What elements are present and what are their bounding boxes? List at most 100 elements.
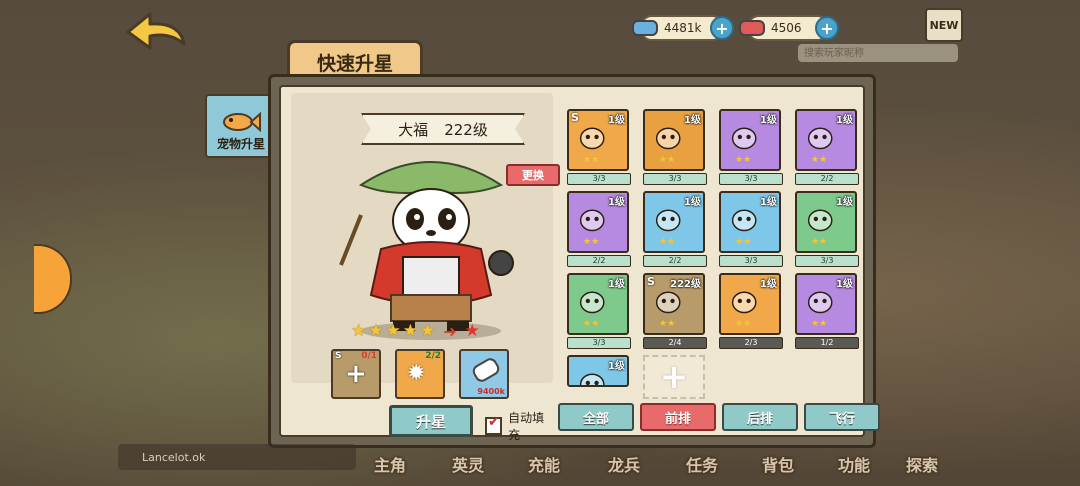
pet-card[interactable]: 1级 ★★ 2/2 bbox=[643, 191, 707, 267]
pet-card-progress: 3/3 bbox=[719, 255, 783, 267]
star-progress: ★ ★ ★ ★ ★ ➜ ★ bbox=[351, 321, 491, 341]
panel-inner: 大福 222级 更换 ★ ★ ★ ★ ★ ➜ ★ S 0/1 + 2/2 ✹ 9… bbox=[279, 85, 880, 442]
pet-card-progress: 3/3 bbox=[795, 255, 859, 267]
pet-card-progress: 3/3 bbox=[643, 173, 707, 185]
pet-card-portrait[interactable]: 1级 ★★ bbox=[719, 109, 781, 171]
bottom-nav-item[interactable]: 英灵 bbox=[452, 452, 484, 476]
star-icon: ★ bbox=[385, 321, 401, 341]
pet-card-progress: 1/2 bbox=[795, 337, 859, 349]
star-icon: ★ bbox=[368, 321, 384, 341]
star-rating-icon: ★★ bbox=[735, 319, 752, 329]
pet-preview-area: 大福 222级 更换 ★ ★ ★ ★ ★ ➜ ★ S 0/1 + 2/2 ✹ 9… bbox=[291, 93, 560, 442]
capsule-red-icon bbox=[739, 20, 765, 36]
search-input[interactable]: 搜索玩家昵称 bbox=[798, 44, 958, 62]
pet-card-portrait[interactable]: 222级 S ★★ bbox=[643, 273, 705, 335]
pet-card-progress: 3/3 bbox=[719, 173, 783, 185]
pet-card-portrait[interactable]: 1级 ★★ bbox=[719, 273, 781, 335]
new-badge[interactable]: NEW bbox=[925, 8, 963, 42]
plus-icon[interactable]: + bbox=[643, 355, 705, 399]
panda-pet-portrait bbox=[339, 161, 514, 340]
arrow-right-icon: ➜ bbox=[443, 321, 457, 341]
capsule-icon bbox=[470, 355, 502, 385]
quick-star-panel: 大福 222级 更换 ★ ★ ★ ★ ★ ➜ ★ S 0/1 + 2/2 ✹ 9… bbox=[268, 74, 880, 448]
pet-card-portrait[interactable]: 1级 bbox=[567, 355, 629, 387]
star-rating-icon: ★★ bbox=[811, 237, 828, 247]
pet-card-portrait[interactable]: 1级 ★★ bbox=[795, 191, 857, 253]
pet-card-portrait[interactable]: 1级 ★★ bbox=[643, 191, 705, 253]
bottom-nav-item[interactable]: 主角 bbox=[374, 452, 406, 476]
filter-button[interactable]: 前排 bbox=[640, 403, 716, 431]
filter-button[interactable]: 全部 bbox=[558, 403, 634, 431]
auto-fill-checkbox[interactable] bbox=[485, 414, 503, 435]
pet-card[interactable]: 1级 S ★★ 3/3 bbox=[567, 109, 631, 185]
pet-card-portrait[interactable]: 1级 ★★ bbox=[567, 191, 629, 253]
pet-card-progress: 2/2 bbox=[567, 255, 631, 267]
resource-gems-value: 4506 bbox=[771, 21, 802, 35]
pet-card[interactable]: 1级 bbox=[567, 355, 629, 387]
resource-gems: 4506 + bbox=[739, 15, 839, 41]
star-rating-icon: ★★ bbox=[735, 237, 752, 247]
bottom-nav-item[interactable]: 充能 bbox=[528, 452, 560, 476]
tab-pet-upgrade[interactable]: 宠物升星 bbox=[205, 94, 277, 158]
pet-card[interactable]: 1级 ★★ 3/3 bbox=[795, 191, 859, 267]
pet-card-progress: 2/2 bbox=[643, 255, 707, 267]
auto-fill-toggle[interactable]: 自动填充 bbox=[485, 409, 553, 443]
pet-name-banner: 大福 222级 bbox=[361, 113, 525, 145]
pet-card-progress: 2/4 bbox=[643, 337, 707, 349]
pet-card-portrait[interactable]: 1级 ★★ bbox=[719, 191, 781, 253]
pet-card[interactable]: 1级 ★★ 3/3 bbox=[567, 273, 631, 349]
pet-card-portrait[interactable]: 1级 ★★ bbox=[795, 109, 857, 171]
add-gems-button[interactable]: + bbox=[815, 16, 839, 40]
egg-icon: ✹ bbox=[407, 361, 426, 386]
fish-icon bbox=[223, 111, 261, 133]
pet-card-portrait[interactable]: 1级 ★★ bbox=[567, 273, 629, 335]
auto-fill-label: 自动填充 bbox=[508, 411, 545, 442]
bottom-nav-item[interactable]: 龙兵 bbox=[608, 452, 640, 476]
pet-card[interactable]: 1级 ★★ 2/3 bbox=[719, 273, 783, 349]
star-rating-icon: ★★ bbox=[735, 155, 752, 165]
material-slot-2[interactable]: 2/2 ✹ bbox=[395, 349, 445, 399]
plus-icon: + bbox=[345, 359, 367, 389]
pet-card[interactable]: 1级 ★★ 1/2 bbox=[795, 273, 859, 349]
pet-name: 大福 bbox=[398, 120, 429, 139]
star-rating-icon: ★★ bbox=[659, 319, 676, 329]
bottom-nav-item[interactable]: 功能 bbox=[838, 452, 870, 476]
star-rating-icon: ★★ bbox=[659, 155, 676, 165]
pet-level: 222级 bbox=[444, 120, 488, 139]
pet-card-portrait[interactable]: 1级 ★★ bbox=[795, 273, 857, 335]
pet-card[interactable]: 222级 S ★★ 2/4 bbox=[643, 273, 707, 349]
filter-button[interactable]: 飞行 bbox=[804, 403, 880, 431]
pet-card-progress: 3/3 bbox=[567, 337, 631, 349]
resource-energy: 4481k + bbox=[632, 15, 734, 41]
upgrade-star-button[interactable]: 升星 bbox=[389, 405, 473, 437]
bottom-nav-item[interactable]: 任务 bbox=[686, 452, 718, 476]
star-icon: ★ bbox=[420, 321, 436, 341]
star-rating-icon: ★★ bbox=[583, 319, 600, 329]
add-energy-button[interactable]: + bbox=[710, 16, 734, 40]
pet-card[interactable]: 1级 ★★ 2/2 bbox=[567, 191, 631, 267]
pet-card-progress: 2/3 bbox=[719, 337, 783, 349]
resource-energy-value: 4481k bbox=[664, 21, 702, 35]
bottom-nav-item[interactable]: 探索 bbox=[906, 452, 938, 476]
pet-card[interactable]: 1级 ★★ 3/3 bbox=[719, 109, 783, 185]
star-rating-icon: ★★ bbox=[811, 155, 828, 165]
material-slot-3[interactable]: 9400k bbox=[459, 349, 509, 399]
tab-pet-upgrade-label: 宠物升星 bbox=[216, 137, 265, 151]
pet-card[interactable]: 1级 ★★ 2/2 bbox=[795, 109, 859, 185]
bottom-nav-item[interactable]: 背包 bbox=[762, 452, 794, 476]
pet-card-portrait[interactable]: 1级 ★★ bbox=[643, 109, 705, 171]
star-rating-icon: ★★ bbox=[583, 155, 600, 165]
filter-button[interactable]: 后排 bbox=[722, 403, 798, 431]
pet-card[interactable]: 1级 ★★ 3/3 bbox=[643, 109, 707, 185]
filter-row: 全部 前排 后排 飞行 bbox=[558, 403, 880, 431]
red-star-icon: ★ bbox=[464, 321, 480, 341]
pet-card[interactable]: 1级 ★★ 3/3 bbox=[719, 191, 783, 267]
pet-card-portrait[interactable]: 1级 S ★★ bbox=[567, 109, 629, 171]
player-name-bar: Lancelot.ok bbox=[118, 444, 356, 470]
pet-card-progress: 3/3 bbox=[567, 173, 631, 185]
star-rating-icon: ★★ bbox=[659, 237, 676, 247]
material-count-3: 9400k bbox=[477, 387, 505, 396]
material-slot-1[interactable]: S 0/1 + bbox=[331, 349, 381, 399]
add-pet-slot[interactable]: + bbox=[643, 355, 705, 399]
back-arrow-icon[interactable] bbox=[120, 10, 190, 54]
